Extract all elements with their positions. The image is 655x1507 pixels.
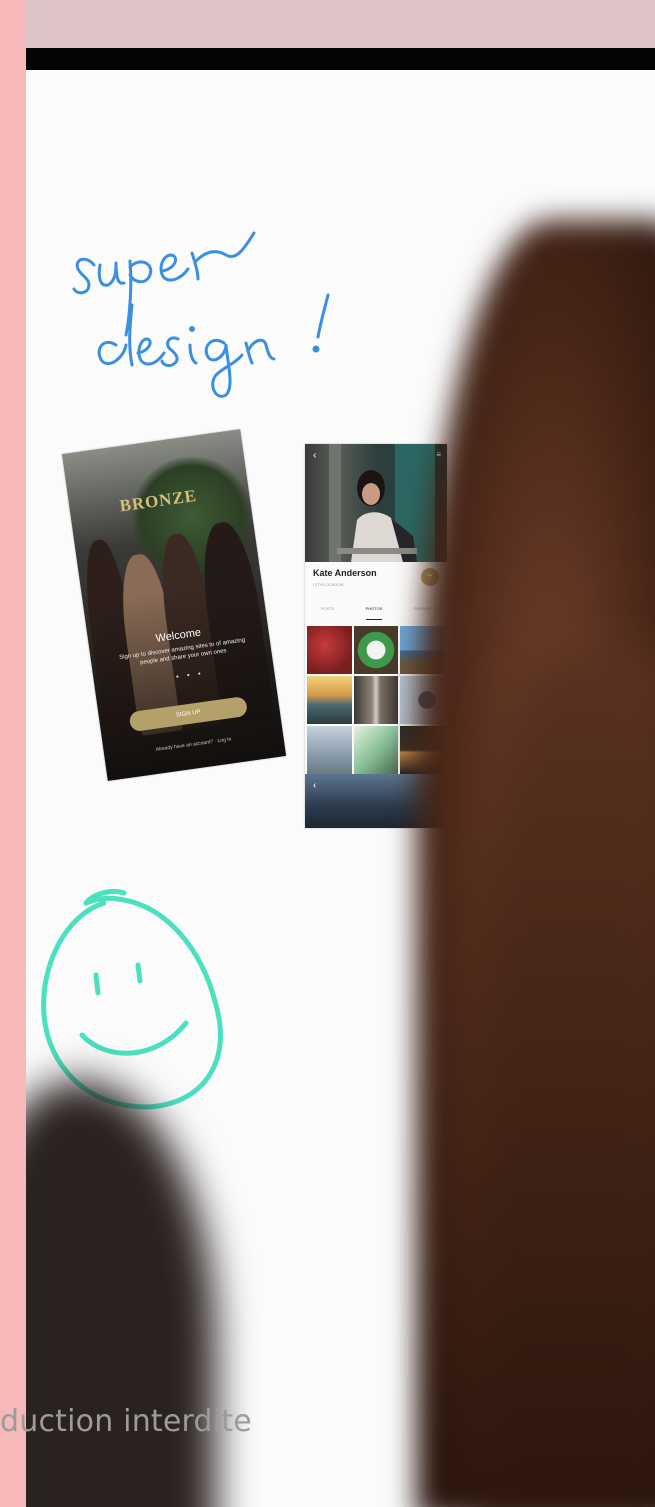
photo-thumb[interactable] — [353, 726, 399, 774]
watermark-text: duction interdite — [0, 1404, 252, 1439]
profile-person-photo — [329, 444, 435, 562]
back-icon[interactable]: ‹ — [313, 780, 316, 791]
tab-photos[interactable]: PHOTOS — [365, 606, 383, 620]
profile-subtitle: CITY/LOCATION — [313, 582, 344, 587]
blurred-hair-lower — [471, 650, 655, 1507]
tab-posts[interactable]: POSTS — [321, 606, 335, 620]
back-icon[interactable]: ‹ — [313, 450, 316, 461]
photo-thumb[interactable] — [307, 726, 352, 774]
photo-thumb[interactable] — [307, 626, 352, 674]
profile-name: Kate Anderson — [313, 568, 377, 578]
profile-cover-photo: ‹ ≡ — [305, 444, 447, 562]
photo-thumb[interactable] — [353, 626, 399, 674]
photo-frame: BRONZE Welcome Sign up to discover amazi… — [26, 0, 655, 1507]
black-bar — [26, 48, 655, 70]
photo-thumb[interactable] — [353, 676, 399, 724]
photo-thumb[interactable] — [307, 676, 352, 724]
top-bar — [26, 0, 655, 48]
handwriting-super-design — [72, 231, 330, 398]
menu-icon[interactable]: ≡ — [436, 450, 441, 459]
